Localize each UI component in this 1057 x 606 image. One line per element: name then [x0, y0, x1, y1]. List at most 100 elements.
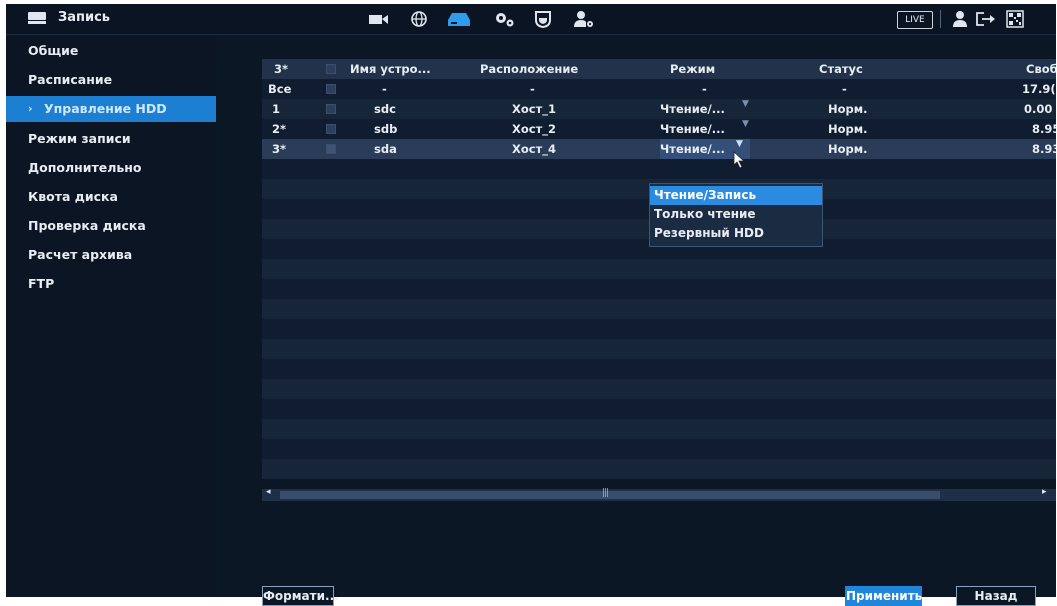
- option-read-only[interactable]: Только чтение: [650, 205, 822, 224]
- storage-icon[interactable]: [447, 10, 471, 28]
- row-checkbox[interactable]: [326, 84, 336, 94]
- column-header-mode[interactable]: Режим: [670, 59, 715, 79]
- device-mode[interactable]: Чтение/...: [660, 99, 725, 119]
- scrollbar-thumb[interactable]: [280, 491, 940, 499]
- device-free-space: 0.00: [1024, 102, 1053, 116]
- sidebar-item-label: FTP: [28, 276, 55, 291]
- sidebar-item-schedule[interactable]: Расписание: [6, 67, 216, 93]
- camera-icon[interactable]: [368, 10, 390, 28]
- column-header-number[interactable]: 3*: [274, 59, 288, 79]
- settings-icon[interactable]: [493, 10, 515, 28]
- row-number: 2*: [272, 122, 287, 136]
- sidebar-item-advanced[interactable]: Дополнительно: [6, 155, 216, 181]
- table-row-empty: [262, 319, 1056, 339]
- window-title: Запись: [58, 10, 111, 25]
- device-free-space: 8.95: [1032, 122, 1056, 136]
- table-row-empty: [262, 259, 1056, 279]
- table-row[interactable]: Все - - - - 17.9(: [262, 79, 1056, 99]
- table-row-selected[interactable]: 3* sda Хост_4 Чтение/... ▼ Норм. 8.93: [262, 139, 1056, 159]
- column-header-location[interactable]: Расположение: [480, 59, 578, 79]
- format-button[interactable]: Формати...: [262, 586, 339, 606]
- sidebar-item-disk-quota[interactable]: Квота диска: [6, 184, 216, 210]
- sidebar-item-ftp[interactable]: FTP: [6, 271, 216, 297]
- sidebar-item-label: Расчет архива: [28, 247, 133, 262]
- column-header-device-name[interactable]: Имя устро...: [350, 59, 431, 79]
- record-icon: [28, 11, 46, 25]
- device-name: sdb: [374, 122, 398, 136]
- sidebar-item-label: Проверка диска: [28, 218, 146, 233]
- device-location: Хост_1: [512, 102, 557, 116]
- sidebar-item-label: Дополнительно: [28, 160, 142, 175]
- scroll-left-icon[interactable]: ◂: [266, 487, 271, 497]
- table-row-empty: [262, 279, 1056, 299]
- table-row-empty: [262, 439, 1056, 459]
- table-row-empty: [262, 159, 1056, 179]
- app-window: Запись LIVE Общие Расписание › Управлени…: [6, 4, 1056, 606]
- table-row-empty: [262, 339, 1056, 359]
- chevron-right-icon: ›: [28, 102, 33, 115]
- toolbar-divider: [940, 10, 941, 28]
- top-bar: Запись LIVE: [6, 4, 1056, 35]
- scroll-right-icon[interactable]: ▸: [1042, 487, 1047, 497]
- back-button[interactable]: Назад: [956, 586, 1036, 606]
- sidebar-item-label: Управление HDD: [44, 101, 167, 116]
- select-all-checkbox[interactable]: [326, 64, 336, 74]
- chevron-down-icon[interactable]: ▼: [736, 139, 743, 149]
- option-read-write[interactable]: Чтение/Запись: [650, 186, 822, 205]
- device-mode: -: [702, 82, 707, 96]
- table-row-empty: [262, 419, 1056, 439]
- apply-button[interactable]: Применить: [845, 586, 922, 606]
- device-name: sdc: [374, 102, 396, 116]
- sidebar-item-record-mode[interactable]: Режим записи: [6, 126, 216, 152]
- sidebar: Общие Расписание › Управление HDD Режим …: [6, 35, 216, 597]
- sidebar-item-label: Режим записи: [28, 131, 131, 146]
- column-header-status[interactable]: Статус: [819, 59, 863, 79]
- sidebar-item-label: Общие: [28, 43, 79, 58]
- row-checkbox[interactable]: [326, 144, 336, 154]
- user-icon[interactable]: [952, 10, 968, 28]
- logout-icon[interactable]: [975, 10, 997, 28]
- row-checkbox[interactable]: [326, 124, 336, 134]
- live-button[interactable]: LIVE: [897, 11, 933, 29]
- row-number: 3*: [272, 142, 287, 156]
- horizontal-scrollbar[interactable]: ◂ ||| ▸: [262, 487, 1056, 501]
- sidebar-item-label: Квота диска: [28, 189, 118, 204]
- chevron-down-icon[interactable]: ▼: [742, 99, 749, 109]
- device-location: Хост_4: [512, 142, 557, 156]
- table-row[interactable]: 1 sdc Хост_1 Чтение/... ▼ Норм. 0.00: [262, 99, 1056, 119]
- table-row-empty: [262, 359, 1056, 379]
- device-location: -: [530, 82, 535, 96]
- row-checkbox[interactable]: [326, 104, 336, 114]
- table-row-empty: [262, 399, 1056, 419]
- device-name: sda: [374, 142, 397, 156]
- shield-icon[interactable]: [534, 10, 552, 28]
- sidebar-item-archive-calc[interactable]: Расчет архива: [6, 242, 216, 268]
- device-mode[interactable]: Чтение/...: [660, 119, 725, 139]
- device-status: Норм.: [828, 102, 868, 116]
- chevron-down-icon[interactable]: ▼: [742, 119, 749, 129]
- grip-icon: |||: [602, 488, 609, 498]
- sidebar-item-disk-check[interactable]: Проверка диска: [6, 213, 216, 239]
- qr-icon[interactable]: [1006, 10, 1024, 28]
- table-row-empty: [262, 299, 1056, 319]
- column-header-free-space[interactable]: Своб: [1026, 59, 1056, 79]
- sidebar-item-general[interactable]: Общие: [6, 38, 216, 64]
- table-header: 3* Имя устро... Расположение Режим Стату…: [262, 59, 1056, 79]
- table-row-empty: [262, 379, 1056, 399]
- mouse-cursor-icon: [733, 151, 746, 169]
- table-row[interactable]: 2* sdb Хост_2 Чтение/... ▼ Норм. 8.95: [262, 119, 1056, 139]
- row-number: Все: [268, 82, 292, 96]
- network-icon[interactable]: [410, 10, 428, 28]
- table-row-empty: [262, 459, 1056, 479]
- mode-dropdown-list: Чтение/Запись Только чтение Резервный HD…: [649, 183, 823, 247]
- device-name: -: [382, 82, 387, 96]
- option-redundant-hdd[interactable]: Резервный HDD: [650, 224, 822, 243]
- sidebar-item-label: Расписание: [28, 72, 113, 87]
- user-settings-icon[interactable]: [573, 10, 595, 28]
- window-title-group: Запись: [28, 10, 110, 25]
- device-free-space: 17.9(: [1022, 82, 1056, 96]
- row-number: 1: [272, 102, 281, 116]
- main-content: 3* Имя устро... Расположение Режим Стату…: [216, 35, 1056, 606]
- sidebar-item-hdd-management[interactable]: › Управление HDD: [6, 96, 216, 122]
- device-status: Норм.: [828, 142, 868, 156]
